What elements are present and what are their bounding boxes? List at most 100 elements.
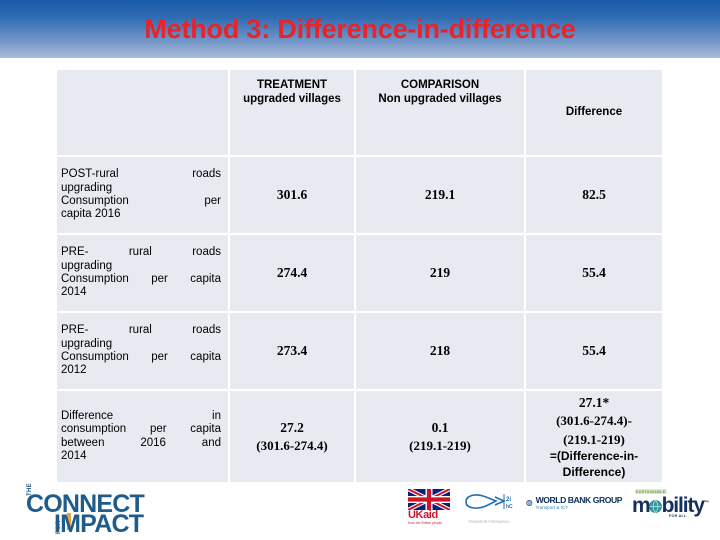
treatment-value-cell: 273.4 <box>230 313 354 389</box>
comparison-value-cell: 0.1 (219.1-219) <box>356 391 524 483</box>
header-comparison: COMPARISON Non upgraded villages <box>356 70 524 106</box>
header-comparison-line1: COMPARISON <box>400 79 480 91</box>
row-label-line: Consumption per capita <box>61 273 221 285</box>
header-treatment-line2: upgraded villages <box>243 93 341 106</box>
difference-value-group: 27.1* (301.6-274.4)- (219.1-219) =(Diffe… <box>526 391 662 482</box>
mobility-logo: SUSTAINABLE m bility™ FOR ALL <box>632 489 710 518</box>
mobility-wordmark: m bility™ <box>632 494 709 517</box>
difference-value-cell: 27.1* (301.6-274.4)- (219.1-219) =(Diffe… <box>526 391 662 483</box>
mobility-post-text: FOR ALL <box>669 514 687 518</box>
treatment-value-cell: 301.6 <box>230 157 354 233</box>
header-comparison-line2: Non upgraded villages <box>378 93 502 106</box>
row-label-cell: Difference in consumption per capita bet… <box>57 391 228 483</box>
row-label-line: POST-rural roads <box>61 168 221 181</box>
comparison-value: 0.1 <box>431 419 449 435</box>
mobility-trademark: ™ <box>703 500 709 506</box>
title-banner: Method 3: Difference-in-difference <box>0 0 720 58</box>
difference-in-difference-table-wrapper: TREATMENT upgraded villages COMPARISON N… <box>55 68 664 484</box>
row-label: POST-rural roads upgrading Consumption p… <box>57 164 228 225</box>
difference-value: 27.1* <box>578 395 610 410</box>
row-label-cell: POST-rural roads upgrading Consumption p… <box>57 157 228 233</box>
row-label: Difference in consumption per capita bet… <box>57 406 228 467</box>
row-label-line: Difference in <box>61 409 221 422</box>
union-jack-flag-icon <box>408 489 450 510</box>
difference-value-cell: 55.4 <box>526 313 662 389</box>
comparison-value-cell: 219 <box>356 235 524 311</box>
difference-value: 82.5 <box>582 187 606 203</box>
comparison-value: 218 <box>429 343 451 359</box>
row-label: PRE- rural roads upgrading Consumption p… <box>57 242 228 303</box>
world-bank-globe-icon <box>526 499 533 507</box>
comparison-value-group: 0.1 (219.1-219) <box>356 416 524 458</box>
treatment-value-group: 27.2 (301.6-274.4) <box>230 416 354 458</box>
difference-detail-1: (301.6-274.4)- <box>556 413 632 429</box>
header-cell-difference: Difference <box>526 70 662 155</box>
treatment-value: 274.4 <box>276 265 308 281</box>
cfi-impact-text: IMPACT <box>54 510 144 538</box>
svg-text:hC: hC <box>506 504 513 510</box>
header-cell-treatment: TREATMENT upgraded villages <box>230 70 354 155</box>
treatment-value: 273.4 <box>276 343 308 359</box>
row-label-line: upgrading <box>61 337 113 350</box>
difference-in-difference-table: TREATMENT upgraded villages COMPARISON N… <box>55 68 664 484</box>
world-bank-group-logo: WORLD BANK GROUP Transport & ICT <box>526 489 622 514</box>
treatment-value-cell: 274.4 <box>230 235 354 311</box>
row-label-line: Consumption per <box>61 195 221 207</box>
row-label-line: between 2016 and <box>61 436 221 449</box>
row-label-cell: PRE- rural roads upgrading Consumption p… <box>57 235 228 311</box>
ukaid-uk: UK <box>408 509 424 521</box>
treatment-value: 27.2 <box>280 419 304 435</box>
row-label-line: 2014 <box>61 286 87 299</box>
header-cell-empty <box>57 70 228 155</box>
difference-value: 55.4 <box>582 265 606 281</box>
difference-detail-3: =(Difference-in- <box>549 449 639 464</box>
ukaid-wordmark: UKaid <box>408 509 452 522</box>
row-label-line: consumption per capita <box>61 423 221 436</box>
row-label-line: PRE- rural roads <box>61 246 221 259</box>
difference-detail-2: (219.1-219) <box>563 431 625 447</box>
difference-detail-4: Difference) <box>562 464 626 479</box>
comparison-value: 219.1 <box>424 187 456 203</box>
page-title: Method 3: Difference-in-difference <box>144 13 576 44</box>
comparison-value-cell: 218 <box>356 313 524 389</box>
table-row: POST-rural roads upgrading Consumption p… <box>57 157 662 233</box>
header-treatment-line1: TREATMENT <box>256 79 328 91</box>
connect-for-impact-logo: THE CONNECT FOR IMPACT <box>14 483 284 538</box>
difference-value-cell: 82.5 <box>526 157 662 233</box>
row-label-line: upgrading <box>61 181 113 194</box>
partner-logo-strip: UKaid from the British people 2i hC TRAN… <box>408 489 710 535</box>
treatment-value-detail: (301.6-274.4) <box>256 437 328 453</box>
comparison-value-detail: (219.1-219) <box>409 437 471 453</box>
comparison-value-cell: 219.1 <box>356 157 524 233</box>
difference-value: 55.4 <box>582 343 606 359</box>
world-bank-name: WORLD BANK GROUP <box>535 494 623 505</box>
header-cell-comparison: COMPARISON Non upgraded villages <box>356 70 524 155</box>
row-label-line: PRE- rural roads <box>61 324 221 337</box>
row-label-cell: PRE- rural roads upgrading Consumption p… <box>57 313 228 389</box>
ukaid-aid: aid <box>423 509 438 521</box>
header-empty-label <box>57 70 228 78</box>
world-bank-wordmark: WORLD BANK GROUP Transport & ICT <box>535 494 623 510</box>
research-logo-caption: TRANSPORT RESEARCH <box>468 520 510 524</box>
world-bank-unit: Transport & ICT <box>535 504 569 510</box>
ukaid-logo: UKaid from the British people <box>408 489 452 525</box>
ukaid-tagline: from the British people <box>408 520 443 525</box>
difference-value-cell: 55.4 <box>526 235 662 311</box>
mobility-globe-icon <box>649 496 662 513</box>
comparison-value: 219 <box>429 265 451 281</box>
table-row: PRE- rural roads upgrading Consumption p… <box>57 313 662 389</box>
research-for-development-logo: 2i hC TRANSPORT RESEARCH <box>462 489 516 524</box>
row-label-line: upgrading <box>61 259 113 272</box>
row-label-line: 2014 <box>61 449 87 462</box>
svg-text:2i: 2i <box>506 497 511 503</box>
row-label-line: Consumption per capita <box>61 351 221 363</box>
treatment-value: 301.6 <box>276 187 308 203</box>
row-label: PRE- rural roads upgrading Consumption p… <box>57 320 228 381</box>
row-label-line: capita 2016 <box>61 208 121 221</box>
table-header-row: TREATMENT upgraded villages COMPARISON N… <box>57 70 662 155</box>
table-row: PRE- rural roads upgrading Consumption p… <box>57 235 662 311</box>
header-treatment: TREATMENT upgraded villages <box>230 70 354 106</box>
header-difference: Difference <box>565 106 623 119</box>
union-jack-svg <box>408 489 450 510</box>
table-row: Difference in consumption per capita bet… <box>57 391 662 483</box>
